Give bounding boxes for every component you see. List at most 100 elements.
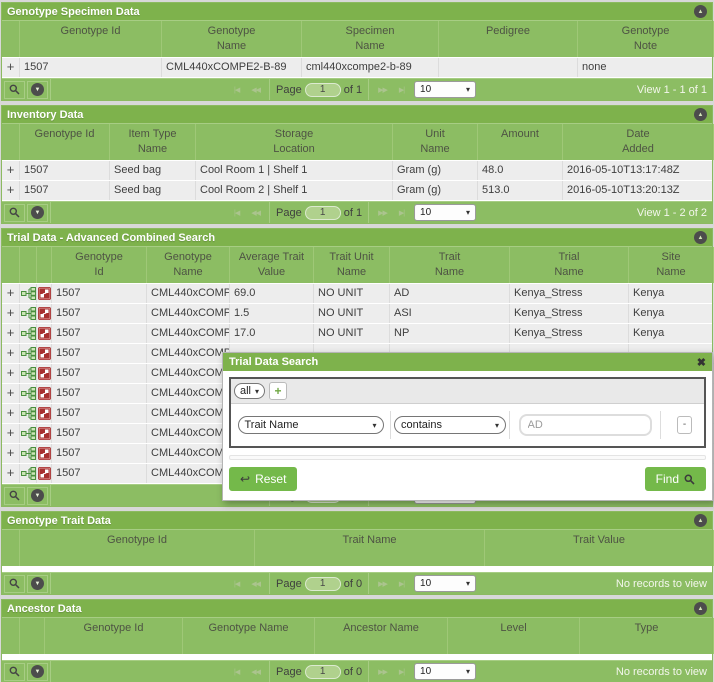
page-size-select[interactable]: 10▾ bbox=[414, 575, 476, 592]
column-header[interactable]: Amount bbox=[478, 124, 563, 160]
trial-chart-icon[interactable] bbox=[37, 464, 52, 483]
prev-page-button[interactable]: ◀◀ bbox=[245, 86, 266, 94]
next-page-button[interactable]: ▶▶ bbox=[372, 209, 393, 217]
last-page-button[interactable]: ▶| bbox=[393, 209, 410, 217]
collapse-icon[interactable]: ▲ bbox=[694, 231, 707, 244]
expand-row-button[interactable]: + bbox=[2, 424, 20, 443]
column-header[interactable]: Type bbox=[580, 618, 714, 654]
column-header[interactable]: Trial Name bbox=[510, 247, 629, 283]
column-header[interactable]: Unit Name bbox=[393, 124, 478, 160]
download-icon-button[interactable]: ▼ bbox=[27, 663, 48, 681]
page-size-select[interactable]: 10▾ bbox=[414, 81, 476, 98]
trial-chart-icon[interactable] bbox=[37, 344, 52, 363]
prev-page-button[interactable]: ◀◀ bbox=[245, 209, 266, 217]
first-page-button[interactable]: |◀ bbox=[228, 580, 245, 588]
search-icon-button[interactable] bbox=[4, 487, 25, 505]
expand-row-button[interactable]: + bbox=[2, 404, 20, 423]
download-icon-button[interactable]: ▼ bbox=[27, 575, 48, 593]
column-header[interactable]: Ancestor Name bbox=[315, 618, 448, 654]
page-number-input[interactable] bbox=[305, 83, 341, 97]
pedigree-tree-icon[interactable] bbox=[20, 444, 37, 463]
last-page-button[interactable]: ▶| bbox=[393, 668, 410, 676]
page-number-input[interactable] bbox=[305, 577, 341, 591]
next-page-button[interactable]: ▶▶ bbox=[372, 86, 393, 94]
add-rule-button[interactable]: + bbox=[269, 382, 287, 400]
find-button[interactable]: Find bbox=[645, 467, 706, 491]
column-header[interactable] bbox=[20, 247, 37, 283]
column-header[interactable]: Specimen Name bbox=[302, 21, 439, 57]
column-header[interactable]: Trait Name bbox=[390, 247, 510, 283]
column-header[interactable]: Genotype Name bbox=[147, 247, 230, 283]
column-header[interactable]: Genotype Note bbox=[578, 21, 714, 57]
operator-select[interactable]: contains ▾ bbox=[394, 416, 506, 434]
expand-row-button[interactable]: + bbox=[2, 364, 20, 383]
next-page-button[interactable]: ▶▶ bbox=[372, 668, 393, 676]
prev-page-button[interactable]: ◀◀ bbox=[245, 580, 266, 588]
column-header[interactable]: Genotype Id bbox=[20, 21, 162, 57]
trial-chart-icon[interactable] bbox=[37, 304, 52, 323]
close-icon[interactable]: ✖ bbox=[697, 356, 706, 369]
expand-row-button[interactable]: + bbox=[2, 324, 20, 343]
reset-button[interactable]: ↩ Reset bbox=[229, 467, 297, 491]
remove-rule-button[interactable]: - bbox=[677, 416, 692, 434]
expand-row-button[interactable]: + bbox=[2, 344, 20, 363]
group-op-select[interactable]: all ▾ bbox=[234, 383, 265, 399]
page-number-input[interactable] bbox=[305, 206, 341, 220]
column-header[interactable] bbox=[2, 618, 20, 654]
column-header[interactable]: Average Trait Value bbox=[230, 247, 314, 283]
expand-row-button[interactable]: + bbox=[2, 58, 20, 77]
column-header[interactable]: Genotype Name bbox=[162, 21, 302, 57]
pedigree-tree-icon[interactable] bbox=[20, 284, 37, 303]
page-number-input[interactable] bbox=[305, 665, 341, 679]
search-value-input[interactable] bbox=[519, 414, 652, 436]
column-header[interactable]: Date Added bbox=[563, 124, 714, 160]
first-page-button[interactable]: |◀ bbox=[228, 86, 245, 94]
column-header[interactable]: Trait Name bbox=[255, 530, 485, 566]
column-header[interactable]: Genotype Id bbox=[20, 124, 110, 160]
download-icon-button[interactable]: ▼ bbox=[27, 487, 48, 505]
pedigree-tree-icon[interactable] bbox=[20, 404, 37, 423]
download-icon-button[interactable]: ▼ bbox=[27, 204, 48, 222]
search-icon-button[interactable] bbox=[4, 81, 25, 99]
prev-page-button[interactable]: ◀◀ bbox=[245, 668, 266, 676]
search-icon-button[interactable] bbox=[4, 663, 25, 681]
expand-row-button[interactable]: + bbox=[2, 181, 20, 200]
column-header[interactable] bbox=[2, 247, 20, 283]
trial-chart-icon[interactable] bbox=[37, 404, 52, 423]
column-header[interactable]: Genotype Id bbox=[20, 530, 255, 566]
column-header[interactable]: Genotype Name bbox=[183, 618, 315, 654]
search-icon-button[interactable] bbox=[4, 204, 25, 222]
expand-row-button[interactable]: + bbox=[2, 284, 20, 303]
pedigree-tree-icon[interactable] bbox=[20, 304, 37, 323]
expand-row-button[interactable]: + bbox=[2, 161, 20, 180]
field-select[interactable]: Trait Name ▾ bbox=[238, 416, 384, 434]
column-header[interactable]: Storage Location bbox=[196, 124, 393, 160]
download-icon-button[interactable]: ▼ bbox=[27, 81, 48, 99]
pedigree-tree-icon[interactable] bbox=[20, 464, 37, 483]
trial-chart-icon[interactable] bbox=[37, 384, 52, 403]
column-header[interactable] bbox=[2, 21, 20, 57]
expand-row-button[interactable]: + bbox=[2, 304, 20, 323]
page-size-select[interactable]: 10▾ bbox=[414, 663, 476, 680]
pedigree-tree-icon[interactable] bbox=[20, 384, 37, 403]
last-page-button[interactable]: ▶| bbox=[393, 580, 410, 588]
collapse-icon[interactable]: ▲ bbox=[694, 5, 707, 18]
collapse-icon[interactable]: ▲ bbox=[694, 108, 707, 121]
expand-row-button[interactable]: + bbox=[2, 384, 20, 403]
page-size-select[interactable]: 10▾ bbox=[414, 204, 476, 221]
pedigree-tree-icon[interactable] bbox=[20, 364, 37, 383]
column-header[interactable]: Genotype Id bbox=[45, 618, 183, 654]
column-header[interactable] bbox=[20, 618, 45, 654]
column-header[interactable]: Trait Unit Name bbox=[314, 247, 390, 283]
column-header[interactable] bbox=[2, 530, 20, 566]
pedigree-tree-icon[interactable] bbox=[20, 344, 37, 363]
column-header[interactable]: Level bbox=[448, 618, 580, 654]
first-page-button[interactable]: |◀ bbox=[228, 209, 245, 217]
column-header[interactable]: Genotype Id bbox=[52, 247, 147, 283]
pedigree-tree-icon[interactable] bbox=[20, 324, 37, 343]
trial-chart-icon[interactable] bbox=[37, 364, 52, 383]
trial-chart-icon[interactable] bbox=[37, 284, 52, 303]
column-header[interactable]: Pedigree bbox=[439, 21, 578, 57]
collapse-icon[interactable]: ▲ bbox=[694, 602, 707, 615]
column-header[interactable] bbox=[37, 247, 52, 283]
